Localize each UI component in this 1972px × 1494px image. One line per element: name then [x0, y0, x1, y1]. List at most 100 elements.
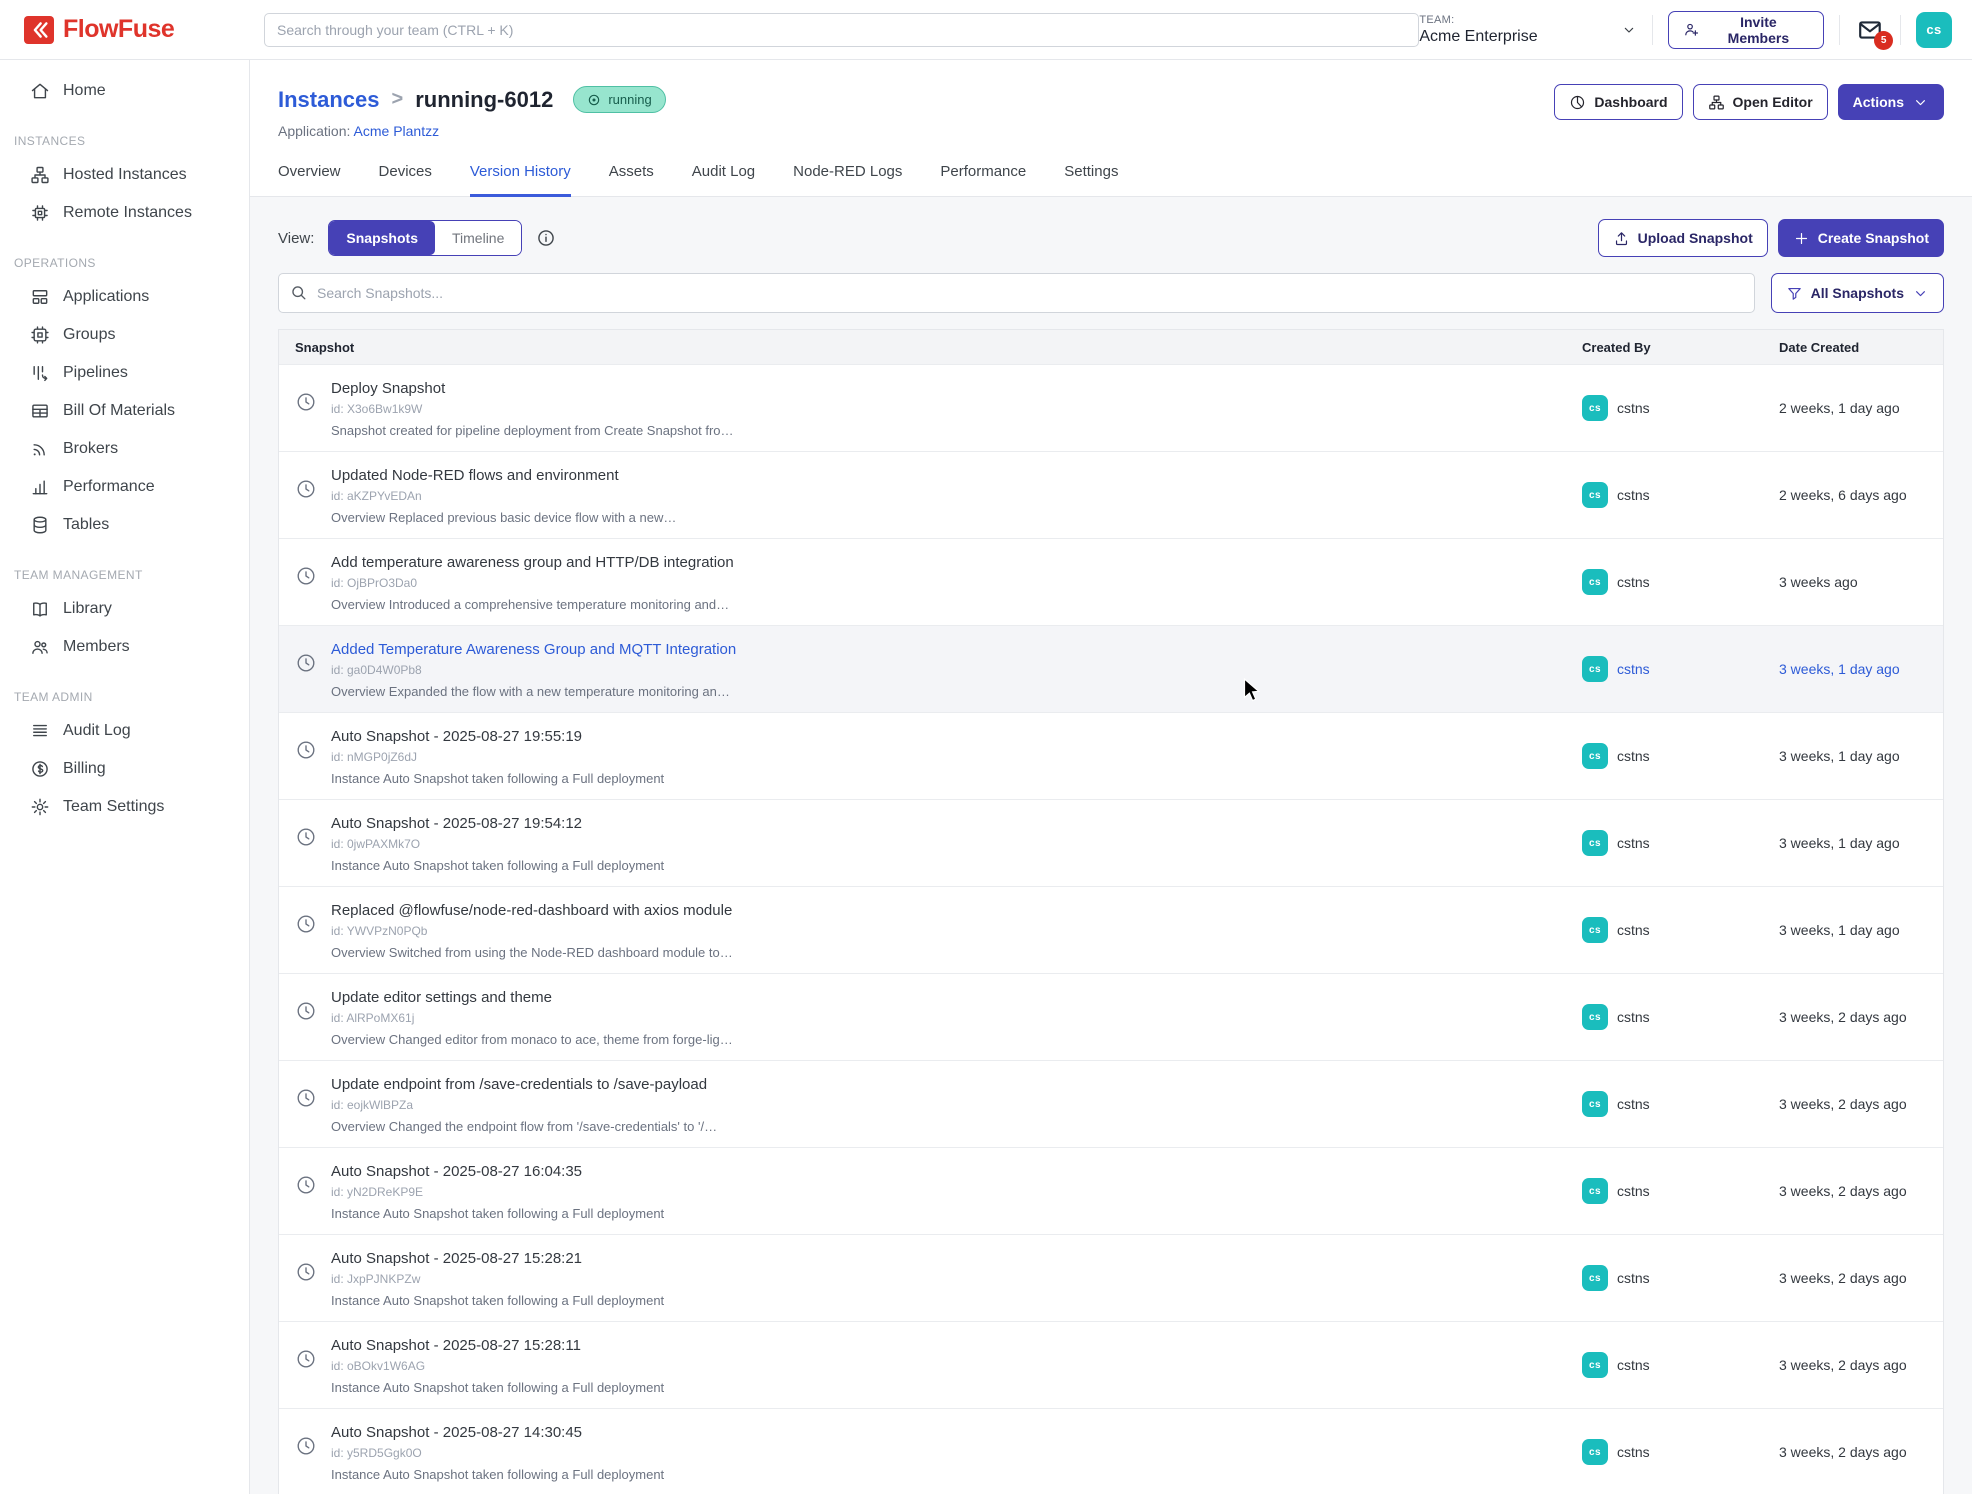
snapshot-text: Update endpoint from /save-credentials t… — [331, 1076, 717, 1134]
snapshot-title: Update endpoint from /save-credentials t… — [331, 1076, 717, 1093]
column-header-created-by: Created By — [1582, 340, 1779, 355]
tab-assets[interactable]: Assets — [609, 163, 654, 197]
created-by-name: cstns — [1617, 1096, 1650, 1112]
sidebar-item-members[interactable]: Members — [0, 628, 249, 666]
status-badge-label: running — [608, 92, 651, 107]
upload-snapshot-button[interactable]: Upload Snapshot — [1598, 219, 1768, 257]
create-snapshot-label: Create Snapshot — [1818, 230, 1929, 246]
sidebar-section-team-admin: TEAM ADMIN — [0, 666, 249, 712]
notifications-button[interactable]: 5 — [1855, 17, 1885, 43]
tab-performance[interactable]: Performance — [940, 163, 1026, 197]
dashboard-button[interactable]: Dashboard — [1554, 84, 1682, 120]
snapshot-id: id: aKZPYvEDAn — [331, 489, 676, 503]
sidebar-item-performance[interactable]: Performance — [0, 468, 249, 506]
table-row[interactable]: Auto Snapshot - 2025-08-27 15:28:21 id: … — [279, 1234, 1943, 1321]
open-editor-button[interactable]: Open Editor — [1693, 84, 1828, 120]
snapshot-description: Overview Changed editor from monaco to a… — [331, 1032, 733, 1047]
clock-icon — [295, 391, 317, 413]
created-by-name: cstns — [1617, 835, 1650, 851]
tab-node-red-logs[interactable]: Node-RED Logs — [793, 163, 902, 197]
table-row[interactable]: Auto Snapshot - 2025-08-27 14:30:45 id: … — [279, 1408, 1943, 1494]
date-created-cell: 3 weeks, 2 days ago — [1779, 1322, 1943, 1408]
page-actions: Dashboard Open Editor Actions — [1554, 84, 1944, 120]
snapshot-description: Instance Auto Snapshot taken following a… — [331, 1380, 664, 1395]
snapshot-title: Deploy Snapshot — [331, 380, 734, 397]
grid-icon — [30, 401, 50, 421]
avatar: cs — [1582, 656, 1608, 682]
create-snapshot-button[interactable]: Create Snapshot — [1778, 219, 1944, 257]
sidebar-item-library[interactable]: Library — [0, 590, 249, 628]
team-name: Acme Enterprise — [1419, 28, 1537, 46]
created-by-cell: cs cstns — [1582, 800, 1779, 886]
tab-settings[interactable]: Settings — [1064, 163, 1118, 197]
application-link[interactable]: Acme Plantzz — [354, 123, 440, 139]
actions-button[interactable]: Actions — [1838, 84, 1944, 120]
stack-icon — [30, 287, 50, 307]
date-created-cell: 3 weeks, 2 days ago — [1779, 1409, 1943, 1494]
target-icon — [587, 93, 601, 107]
created-by-name: cstns — [1617, 1444, 1650, 1460]
table-row[interactable]: Auto Snapshot - 2025-08-27 16:04:35 id: … — [279, 1147, 1943, 1234]
table-row[interactable]: Added Temperature Awareness Group and MQ… — [279, 625, 1943, 712]
snapshot-description: Snapshot created for pipeline deployment… — [331, 423, 734, 438]
gear-icon — [30, 797, 50, 817]
tab-audit-log[interactable]: Audit Log — [692, 163, 755, 197]
created-by-name: cstns — [1617, 1270, 1650, 1286]
table-row[interactable]: Replaced @flowfuse/node-red-dashboard wi… — [279, 886, 1943, 973]
sidebar-item-hosted-instances[interactable]: Hosted Instances — [0, 156, 249, 194]
sidebar-item-team-settings[interactable]: Team Settings — [0, 788, 249, 826]
snapshot-cell: Added Temperature Awareness Group and MQ… — [279, 626, 1582, 712]
table-row[interactable]: Updated Node-RED flows and environment i… — [279, 451, 1943, 538]
view-option-timeline[interactable]: Timeline — [435, 221, 521, 255]
table-row[interactable]: Update endpoint from /save-credentials t… — [279, 1060, 1943, 1147]
table-row[interactable]: Auto Snapshot - 2025-08-27 15:28:11 id: … — [279, 1321, 1943, 1408]
sidebar-item-pipelines[interactable]: Pipelines — [0, 354, 249, 392]
avatar: cs — [1582, 482, 1608, 508]
home-icon — [30, 81, 50, 101]
team-selector[interactable]: TEAM: Acme Enterprise — [1419, 14, 1636, 46]
sidebar-item-home[interactable]: Home — [0, 72, 249, 110]
sidebar-item-groups[interactable]: Groups — [0, 316, 249, 354]
tab-overview[interactable]: Overview — [278, 163, 341, 197]
snapshot-text: Auto Snapshot - 2025-08-27 19:55:19 id: … — [331, 728, 664, 786]
sidebar-item-tables[interactable]: Tables — [0, 506, 249, 544]
sidebar-item-remote-instances[interactable]: Remote Instances — [0, 194, 249, 232]
notification-badge: 5 — [1874, 31, 1893, 50]
divider — [1900, 15, 1901, 45]
sidebar-item-audit-log[interactable]: Audit Log — [0, 712, 249, 750]
snapshot-search-input[interactable] — [278, 273, 1755, 313]
date-created-cell: 3 weeks ago — [1779, 539, 1943, 625]
snapshot-search-row: All Snapshots — [278, 273, 1944, 313]
sidebar-section-instances: INSTANCES — [0, 110, 249, 156]
snapshot-cell: Update editor settings and theme id: AlR… — [279, 974, 1582, 1060]
user-avatar[interactable]: cs — [1916, 12, 1952, 48]
date-created-cell: 3 weeks, 2 days ago — [1779, 974, 1943, 1060]
table-row[interactable]: Auto Snapshot - 2025-08-27 19:54:12 id: … — [279, 799, 1943, 886]
table-row[interactable]: Deploy Snapshot id: X3o6Bw1k9W Snapshot … — [279, 364, 1943, 451]
snapshot-description: Overview Replaced previous basic device … — [331, 510, 676, 525]
clock-icon — [295, 1087, 317, 1109]
sidebar-item-brokers[interactable]: Brokers — [0, 430, 249, 468]
breadcrumb-instances-link[interactable]: Instances — [278, 87, 380, 113]
tab-devices[interactable]: Devices — [379, 163, 432, 197]
sidebar-item-applications[interactable]: Applications — [0, 278, 249, 316]
tab-version-history[interactable]: Version History — [470, 163, 571, 197]
snapshot-filter-label: All Snapshots — [1811, 285, 1904, 301]
snapshot-description: Overview Expanded the flow with a new te… — [331, 684, 736, 699]
global-search-input[interactable] — [264, 13, 1419, 47]
info-icon[interactable] — [536, 228, 556, 248]
clock-icon — [295, 1348, 317, 1370]
snapshot-filter-button[interactable]: All Snapshots — [1771, 273, 1944, 313]
table-header-row: Snapshot Created By Date Created — [279, 330, 1943, 364]
view-option-snapshots[interactable]: Snapshots — [329, 221, 435, 255]
sidebar-item-bill-of-materials[interactable]: Bill Of Materials — [0, 392, 249, 430]
funnel-icon — [1786, 285, 1803, 302]
invite-members-button[interactable]: Invite Members — [1668, 11, 1825, 49]
view-label: View: — [278, 230, 314, 247]
table-row[interactable]: Add temperature awareness group and HTTP… — [279, 538, 1943, 625]
table-row[interactable]: Auto Snapshot - 2025-08-27 19:55:19 id: … — [279, 712, 1943, 799]
flowfuse-logo[interactable]: FlowFuse — [0, 15, 250, 44]
table-row[interactable]: Update editor settings and theme id: AlR… — [279, 973, 1943, 1060]
created-by-cell: cs cstns — [1582, 626, 1779, 712]
sidebar-item-billing[interactable]: Billing — [0, 750, 249, 788]
